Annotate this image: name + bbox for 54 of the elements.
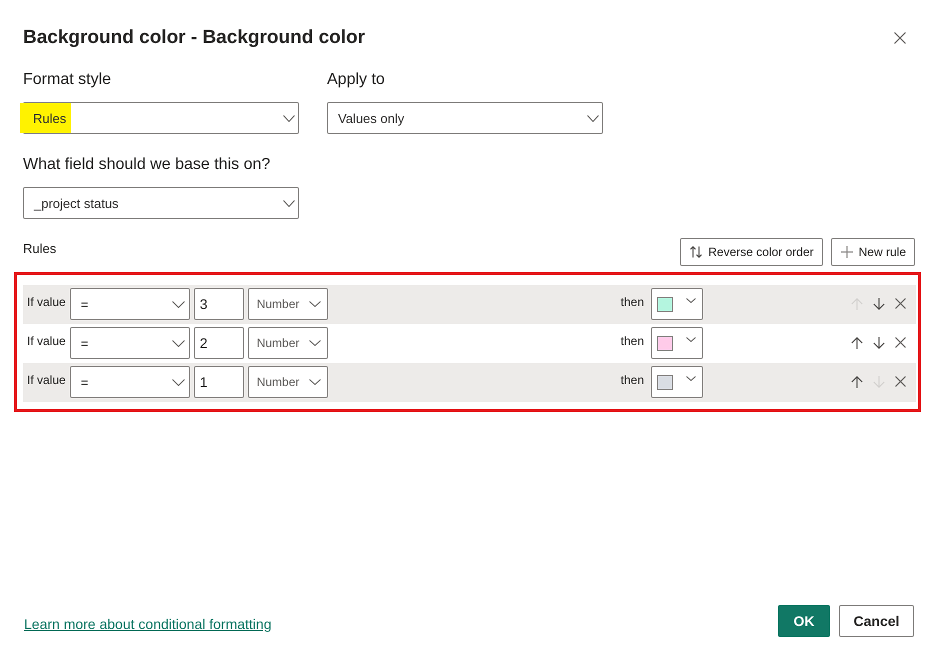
highlighted-value: Rules <box>20 103 72 133</box>
chevron-down-icon <box>172 378 185 386</box>
chevron-down-icon <box>308 301 321 307</box>
dropdown[interactable]: _project status <box>23 187 299 219</box>
then-label: then <box>620 295 644 309</box>
chevron-down-icon <box>587 114 599 122</box>
chevron-down-icon <box>686 337 696 342</box>
operator-dropdown[interactable]: = <box>70 327 190 359</box>
chevron-down-icon <box>172 300 185 308</box>
dropdown[interactable]: Values only <box>327 102 603 134</box>
condition-label: If value <box>27 334 66 348</box>
up-arrow-icon[interactable] <box>851 337 863 349</box>
condition-label: If value <box>27 373 66 387</box>
value-input[interactable]: 2 <box>194 327 244 359</box>
plus-icon <box>840 246 853 258</box>
condition-label: If value <box>27 295 66 309</box>
new-rule-button[interactable]: New rule <box>830 238 915 266</box>
chevron-down-icon <box>172 340 185 346</box>
chevron-down-icon <box>283 114 295 122</box>
down-arrow-icon[interactable] <box>873 298 885 310</box>
field-label: Format style <box>23 70 112 90</box>
chevron-down-icon <box>686 298 696 303</box>
color-dropdown[interactable] <box>651 327 703 359</box>
section-label: Rules <box>23 240 56 258</box>
dropdown[interactable]: Rules <box>23 102 299 134</box>
type-dropdown[interactable]: Number <box>248 288 328 320</box>
type-dropdown[interactable]: Number <box>248 366 328 398</box>
sort-arrows-icon <box>690 246 702 258</box>
up-arrow-icon[interactable] <box>851 376 863 388</box>
chevron-down-icon <box>686 376 696 381</box>
operator-dropdown[interactable]: = <box>70 366 190 398</box>
close-icon[interactable] <box>894 32 906 44</box>
ok-button[interactable]: OK <box>778 605 830 637</box>
close-icon[interactable] <box>895 298 906 309</box>
operator-dropdown[interactable]: = <box>70 288 190 320</box>
chevron-down-icon <box>308 379 321 385</box>
cancel-button[interactable]: Cancel <box>839 605 914 637</box>
down-arrow-icon[interactable] <box>873 337 885 349</box>
color-dropdown[interactable] <box>651 366 703 398</box>
close-icon[interactable] <box>895 337 906 348</box>
then-label: then <box>620 373 644 387</box>
reverse-color-order-button[interactable]: Reverse color order <box>680 238 823 266</box>
learn-more-link[interactable]: Learn more about conditional formatting <box>24 616 272 632</box>
chevron-down-icon <box>283 200 295 206</box>
window-title: Background color - Background color <box>23 26 366 50</box>
chevron-down-icon <box>308 340 321 346</box>
color-dropdown[interactable] <box>651 288 703 320</box>
value-input[interactable]: 1 <box>194 366 244 398</box>
then-label: then <box>620 334 644 348</box>
value-input[interactable]: 3 <box>194 288 244 320</box>
field-label: What field should we base this on? <box>23 155 272 175</box>
type-dropdown[interactable]: Number <box>248 327 328 359</box>
field-label: Apply to <box>327 70 386 90</box>
close-icon[interactable] <box>895 376 906 387</box>
